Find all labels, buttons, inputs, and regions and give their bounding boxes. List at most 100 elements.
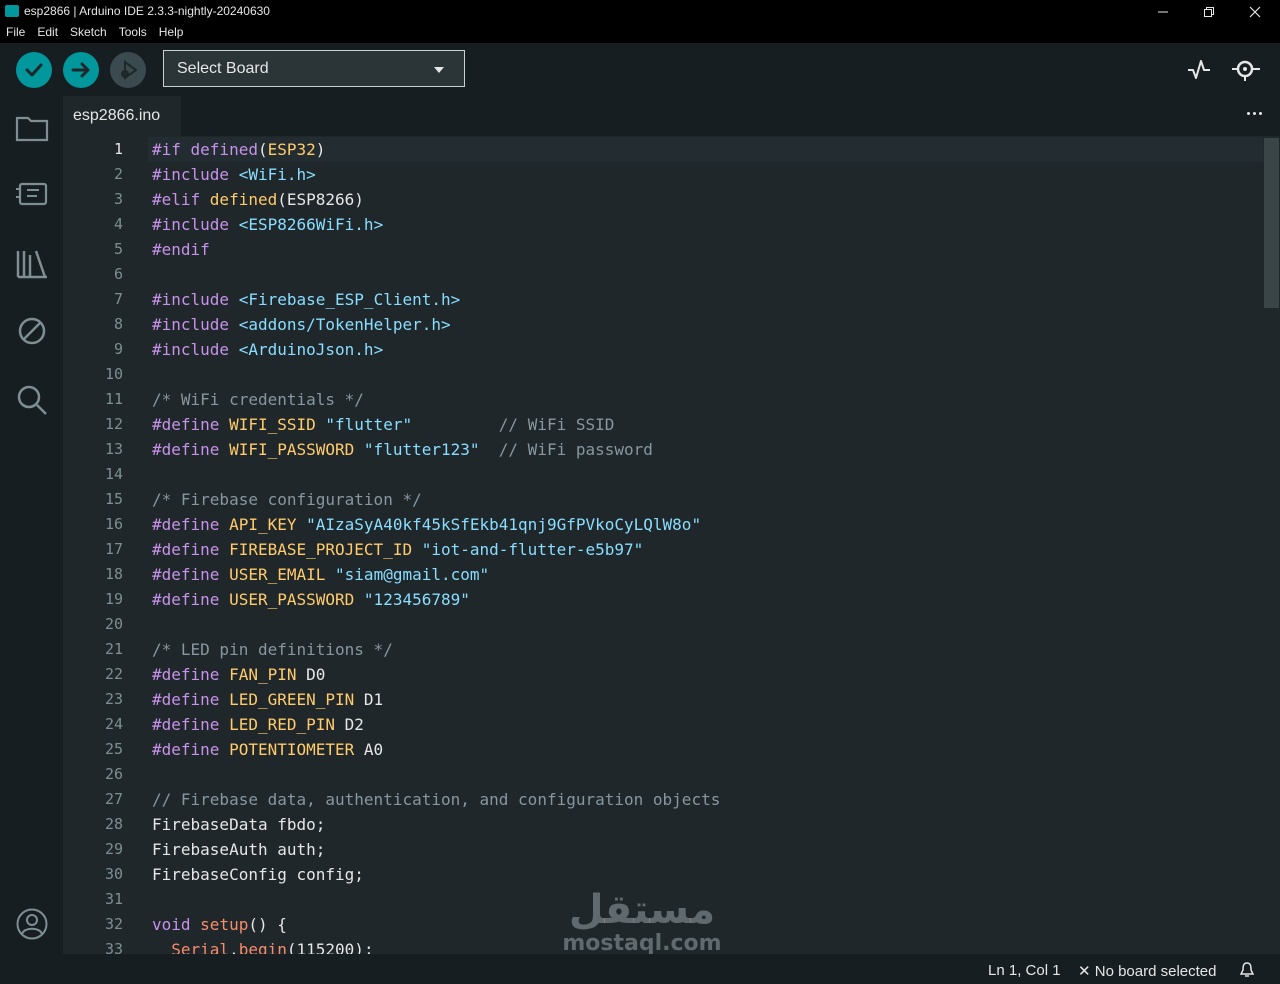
code-token: <addons/TokenHelper.h> <box>238 315 451 334</box>
code-token: #if defined <box>152 140 258 159</box>
vertical-scrollbar[interactable] <box>1264 138 1279 308</box>
code-token: #define <box>152 515 230 534</box>
boards-manager-icon <box>16 182 48 206</box>
menu-help[interactable]: Help <box>153 23 190 43</box>
account-icon <box>16 908 48 940</box>
line-number: 12 <box>104 415 123 433</box>
line-number: 32 <box>104 915 123 933</box>
menu-edit[interactable]: Edit <box>31 23 64 43</box>
code-token: FIREBASE_PROJECT_ID <box>229 540 422 559</box>
search-button[interactable] <box>14 382 50 418</box>
line-number: 27 <box>104 790 123 808</box>
code-token: #include <box>152 315 239 334</box>
code-token: Serial <box>171 940 230 954</box>
status-bar: Ln 1, Col 1 ✕ No board selected <box>0 954 1280 984</box>
menu-bar: File Edit Sketch Tools Help <box>0 23 1280 43</box>
line-number: 23 <box>104 690 123 708</box>
code-token: D2 <box>344 715 364 734</box>
more-options-icon[interactable] <box>1247 112 1262 115</box>
menu-tools[interactable]: Tools <box>113 23 153 43</box>
cursor-position[interactable]: Ln 1, Col 1 <box>988 962 1061 979</box>
code-token: WIFI_PASSWORD <box>229 440 364 459</box>
window-title: esp2866 | Arduino IDE 2.3.3-nightly-2024… <box>24 4 270 18</box>
line-number: 26 <box>104 765 123 783</box>
line-number: 25 <box>104 740 123 758</box>
menu-file[interactable]: File <box>0 23 31 43</box>
line-number: 13 <box>104 440 123 458</box>
menu-sketch[interactable]: Sketch <box>64 23 113 43</box>
debug-button[interactable] <box>110 52 146 88</box>
watermark-latin: mostaql.com <box>562 931 722 956</box>
line-number: 19 <box>104 590 123 608</box>
code-token: FirebaseAuth auth; <box>152 840 326 859</box>
verify-button[interactable] <box>16 52 52 88</box>
line-number: 21 <box>104 640 123 658</box>
serial-monitor-button[interactable] <box>1230 56 1264 84</box>
line-number: 4 <box>113 215 123 233</box>
code-token: () { <box>248 915 287 934</box>
code-token: <Firebase_ESP_Client.h> <box>238 290 461 309</box>
line-number: 8 <box>113 315 123 333</box>
account-button[interactable] <box>14 906 50 942</box>
code-token: #define <box>152 540 230 559</box>
close-icon <box>1249 6 1261 17</box>
code-token: D1 <box>363 690 384 709</box>
code-line: #include <ArduinoJson.h> <box>152 337 383 362</box>
code-line: FirebaseAuth auth; <box>152 837 325 862</box>
code-token: LED_RED_PIN <box>229 715 345 734</box>
line-number: 6 <box>113 265 123 283</box>
code-token: POTENTIOMETER <box>229 740 364 759</box>
code-token: #elif <box>152 190 210 209</box>
code-token: /* LED pin definitions */ <box>152 640 393 659</box>
code-line: #define WIFI_PASSWORD "flutter123" // Wi… <box>152 437 653 462</box>
code-token: <ESP8266WiFi.h> <box>238 215 384 234</box>
activity-sidebar <box>0 96 63 954</box>
line-number: 9 <box>113 340 123 358</box>
line-number: 11 <box>104 390 123 408</box>
code-line: #include <Firebase_ESP_Client.h> <box>152 287 460 312</box>
line-number: 29 <box>104 840 123 858</box>
boards-manager-button[interactable] <box>14 176 50 212</box>
close-button[interactable] <box>1232 0 1278 23</box>
line-number: 7 <box>113 290 123 308</box>
bell-icon[interactable] <box>1239 962 1255 982</box>
code-editor[interactable]: 1 2 3 4 5 6 7 8 9 10 11 12 13 14 15 16 17 18 19 20 21 22 23 24 2… <box>63 136 1280 954</box>
debug-panel-button[interactable] <box>14 313 50 349</box>
code-token: #define <box>152 565 230 584</box>
code-line: // Firebase data, authentication, and co… <box>152 787 720 812</box>
library-manager-button[interactable] <box>14 245 50 281</box>
board-status[interactable]: ✕ No board selected <box>1078 962 1217 980</box>
chevron-down-icon <box>434 67 444 73</box>
serial-plotter-button[interactable] <box>1185 56 1213 84</box>
line-number: 24 <box>104 715 123 733</box>
minimize-button[interactable] <box>1140 0 1186 23</box>
line-number: 31 <box>104 890 123 908</box>
code-line: FirebaseData fbdo; <box>152 812 325 837</box>
code-token: #define <box>152 690 230 709</box>
code-token: #include <box>152 290 239 309</box>
sketchbook-button[interactable] <box>14 109 50 145</box>
code-token: FirebaseConfig config; <box>152 865 364 884</box>
line-number: 15 <box>104 490 123 508</box>
restore-button[interactable] <box>1186 0 1232 23</box>
watermark-arabic: مستقل <box>568 887 716 933</box>
tab-esp2866[interactable]: esp2866.ino <box>63 96 181 136</box>
code-line: #include <addons/TokenHelper.h> <box>152 312 451 337</box>
code-token: WIFI_SSID <box>229 415 326 434</box>
code-token: D0 <box>306 665 326 684</box>
code-line: /* WiFi credentials */ <box>152 387 364 412</box>
board-selector[interactable]: Select Board <box>163 50 465 87</box>
code-token: ESP32 <box>267 140 316 159</box>
code-token: begin <box>238 940 287 954</box>
code-token: ) <box>315 140 326 159</box>
upload-button[interactable] <box>63 52 99 88</box>
code-line: Serial.begin(115200); <box>152 937 373 954</box>
line-number: 20 <box>104 615 123 633</box>
code-token: // Firebase data, authentication, and co… <box>152 790 721 809</box>
code-token: #include <box>152 340 239 359</box>
code-token: <WiFi.h> <box>238 165 316 184</box>
code-token: #define <box>152 440 230 459</box>
search-icon <box>17 385 47 415</box>
code-line: #include <ESP8266WiFi.h> <box>152 212 383 237</box>
